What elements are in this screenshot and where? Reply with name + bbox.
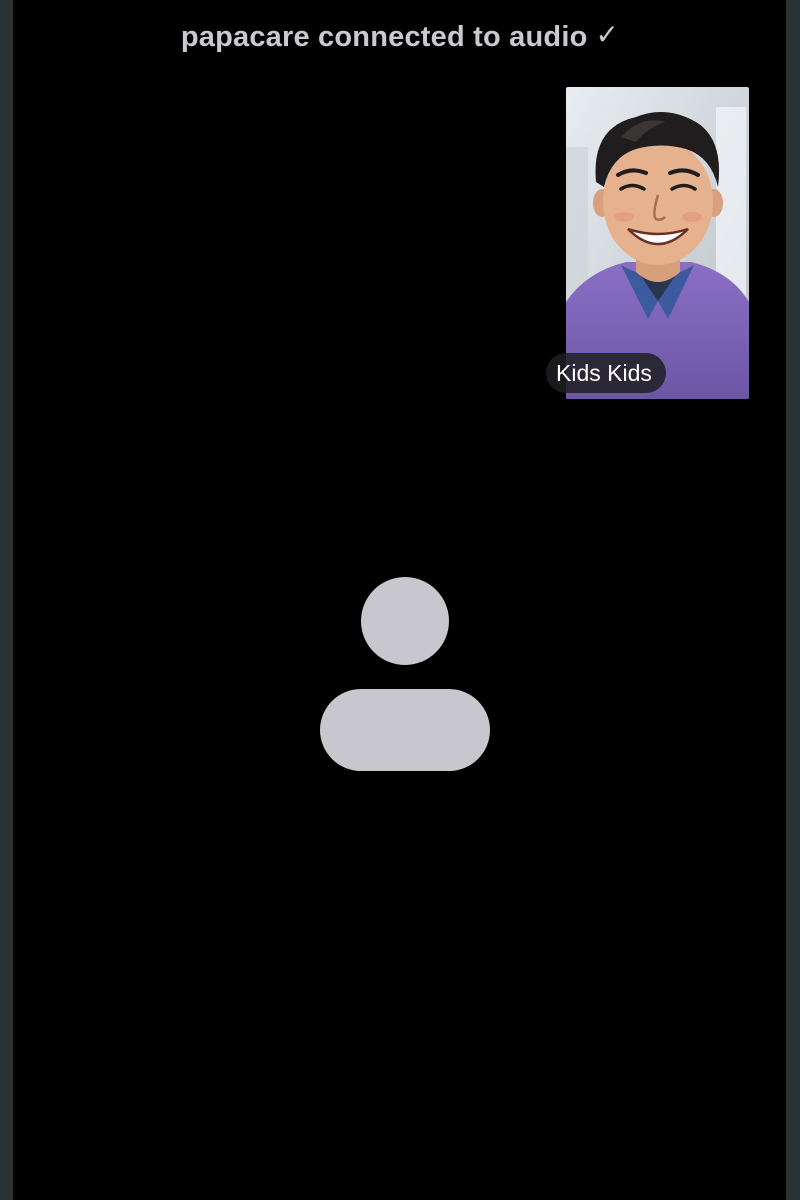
call-status-text: papacare connected to audio <box>180 21 588 53</box>
participant-name-label: Kids Kids <box>546 353 666 393</box>
call-status-banner: papacare connected to audio ✓ <box>0 18 800 54</box>
person-placeholder-icon <box>319 575 491 773</box>
checkmark-icon: ✓ <box>595 19 620 50</box>
